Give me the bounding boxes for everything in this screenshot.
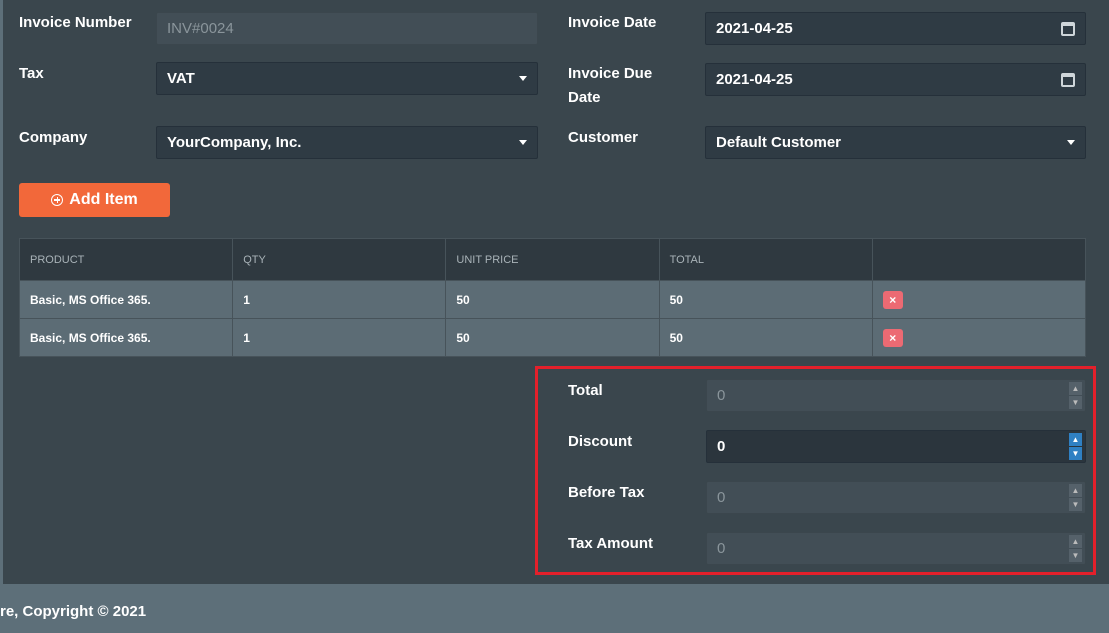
- caret-down-icon: [519, 140, 527, 145]
- number-spinner[interactable]: ▲ ▼: [1069, 484, 1082, 511]
- tax-amount-label: Tax Amount: [568, 535, 653, 552]
- items-table: PRODUCT QTY UNIT PRICE TOTAL Basic, MS O…: [18, 238, 1087, 357]
- header-total: TOTAL: [658, 238, 873, 281]
- spin-up-icon[interactable]: ▲: [1069, 484, 1082, 497]
- due-date-label-line2: Date: [568, 89, 601, 106]
- total-input[interactable]: 0 ▲ ▼: [706, 379, 1086, 412]
- company-value: YourCompany, Inc.: [167, 134, 302, 151]
- table-row: Basic, MS Office 365. 1 50 50 ×: [18, 318, 1087, 357]
- spin-up-icon[interactable]: ▲: [1069, 433, 1082, 446]
- due-date-label: Invoice Due Date: [568, 62, 652, 110]
- table-header-row: PRODUCT QTY UNIT PRICE TOTAL: [18, 238, 1087, 281]
- invoice-date-label: Invoice Date: [568, 14, 657, 31]
- caret-down-icon: [1067, 140, 1075, 145]
- header-qty: QTY: [232, 238, 447, 281]
- spin-down-icon[interactable]: ▼: [1069, 549, 1082, 562]
- due-date-value: 2021-04-25: [716, 71, 793, 88]
- delete-row-button[interactable]: ×: [882, 328, 903, 347]
- footer-copyright: re, Copyright © 2021: [0, 603, 147, 620]
- delete-row-button[interactable]: ×: [882, 290, 903, 309]
- customer-label: Customer: [568, 129, 639, 146]
- customer-select[interactable]: Default Customer: [705, 126, 1086, 159]
- cell-total: 50: [658, 318, 873, 357]
- cell-actions: ×: [871, 280, 1087, 319]
- total-label: Total: [568, 382, 603, 399]
- cell-unit-price: 50: [445, 280, 660, 319]
- spin-down-icon[interactable]: ▼: [1069, 447, 1082, 460]
- invoice-number-input[interactable]: INV#0024: [156, 12, 538, 45]
- total-value: 0: [717, 387, 726, 404]
- tax-amount-value: 0: [717, 540, 726, 557]
- caret-down-icon: [519, 76, 527, 81]
- cell-qty: 1: [232, 318, 447, 357]
- invoice-date-input[interactable]: 2021-04-25: [705, 12, 1086, 45]
- tax-label: Tax: [19, 65, 44, 82]
- cell-unit-price: 50: [445, 318, 660, 357]
- due-date-input[interactable]: 2021-04-25: [705, 63, 1086, 96]
- number-spinner[interactable]: ▲ ▼: [1069, 535, 1082, 562]
- totals-highlight-box: Total 0 ▲ ▼ Discount 0 ▲ ▼ Before Tax 0 ▲ ▼…: [535, 366, 1096, 575]
- table-row: Basic, MS Office 365. 1 50 50 ×: [18, 280, 1087, 319]
- due-date-label-line1: Invoice Due: [568, 65, 653, 82]
- add-item-button[interactable]: Add Item: [19, 183, 170, 217]
- discount-label: Discount: [568, 433, 633, 450]
- header-unit-price: UNIT PRICE: [445, 238, 660, 281]
- number-spinner[interactable]: ▲ ▼: [1069, 433, 1082, 460]
- calendar-icon[interactable]: [1061, 72, 1075, 87]
- cell-actions: ×: [871, 318, 1087, 357]
- spin-up-icon[interactable]: ▲: [1069, 535, 1082, 548]
- calendar-icon[interactable]: [1061, 21, 1075, 36]
- spin-down-icon[interactable]: ▼: [1069, 396, 1082, 409]
- customer-value: Default Customer: [716, 134, 842, 151]
- header-actions: [871, 238, 1087, 281]
- cell-total: 50: [658, 280, 873, 319]
- cell-qty: 1: [232, 280, 447, 319]
- spin-up-icon[interactable]: ▲: [1069, 382, 1082, 395]
- invoice-number-value: INV#0024: [167, 20, 234, 37]
- number-spinner[interactable]: ▲ ▼: [1069, 382, 1082, 409]
- close-icon: ×: [889, 292, 897, 307]
- discount-value: 0: [717, 438, 726, 455]
- tax-select[interactable]: VAT: [156, 62, 538, 95]
- before-tax-input[interactable]: 0 ▲ ▼: [706, 481, 1086, 514]
- invoice-number-label: Invoice Number: [19, 14, 132, 31]
- company-label: Company: [19, 129, 88, 146]
- spin-down-icon[interactable]: ▼: [1069, 498, 1082, 511]
- discount-input[interactable]: 0 ▲ ▼: [706, 430, 1086, 463]
- cell-product: Basic, MS Office 365.: [18, 318, 234, 357]
- before-tax-label: Before Tax: [568, 484, 645, 501]
- tax-amount-input[interactable]: 0 ▲ ▼: [706, 532, 1086, 565]
- tax-value: VAT: [167, 70, 195, 87]
- header-product: PRODUCT: [18, 238, 234, 281]
- plus-circle-icon: [51, 194, 64, 206]
- close-icon: ×: [889, 330, 897, 345]
- cell-product: Basic, MS Office 365.: [18, 280, 234, 319]
- add-item-label: Add Item: [69, 191, 138, 208]
- before-tax-value: 0: [717, 489, 726, 506]
- invoice-date-value: 2021-04-25: [716, 20, 793, 37]
- company-select[interactable]: YourCompany, Inc.: [156, 126, 538, 159]
